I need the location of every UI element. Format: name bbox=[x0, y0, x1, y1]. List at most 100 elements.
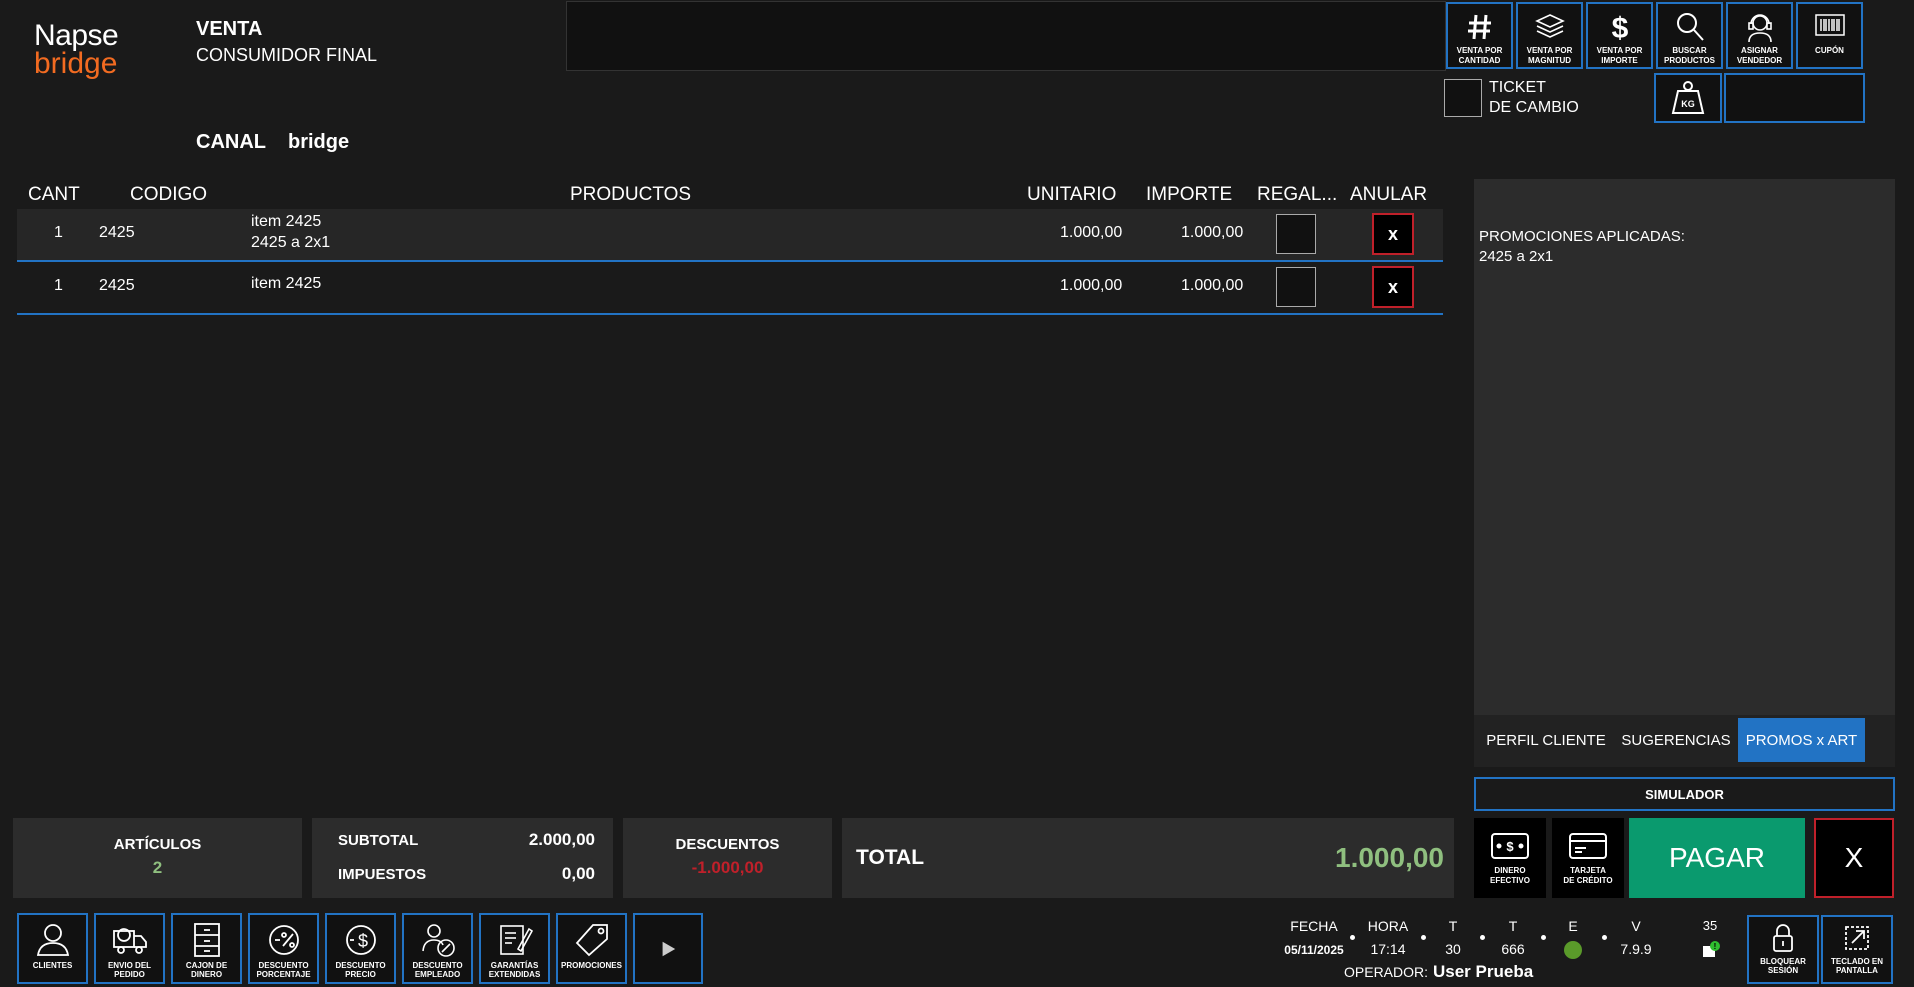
headset-icon bbox=[1747, 14, 1772, 43]
efectivo-label: DINERO EFECTIVO bbox=[1489, 866, 1530, 885]
tag-icon bbox=[575, 924, 608, 957]
dinero-efectivo-button[interactable]: $ DINERO EFECTIVO bbox=[1474, 818, 1546, 898]
toolbar-label: VENTA POR IMPORTE bbox=[1596, 46, 1643, 65]
hash-icon bbox=[1467, 14, 1491, 40]
t1-value: 30 bbox=[1445, 941, 1461, 957]
venta-por-importe-button[interactable]: $ VENTA POR IMPORTE bbox=[1586, 2, 1653, 69]
promociones-button[interactable]: PROMOCIONES bbox=[556, 913, 627, 984]
napse-bridge-logo: Napse bridge bbox=[34, 19, 119, 80]
percent-icon bbox=[268, 925, 299, 955]
cell-cant: 1 bbox=[54, 224, 63, 241]
drawer-icon bbox=[193, 923, 220, 957]
user-icon bbox=[36, 924, 69, 956]
cajon-dinero-button[interactable]: CAJON DE DINERO bbox=[171, 913, 242, 984]
venta-por-magnitud-button[interactable]: VENTA POR MAGNITUD bbox=[1516, 2, 1583, 69]
bottom-toolbar-label: DESCUENTO PORCENTAJE bbox=[256, 961, 311, 979]
logo-line2: bridge bbox=[34, 47, 118, 80]
envio-pedido-button[interactable]: ENVIO DEL PEDIDO bbox=[94, 913, 165, 984]
cash-icon: $ bbox=[1491, 833, 1529, 859]
product-scan-input[interactable] bbox=[566, 1, 1446, 71]
fecha-value: 05/11/2025 bbox=[1284, 943, 1344, 957]
v-label: V bbox=[1631, 918, 1641, 934]
teclado-label: TECLADO EN PANTALLA bbox=[1831, 957, 1883, 975]
more-options-button[interactable] bbox=[633, 913, 703, 984]
cell-producto: item 2425 bbox=[251, 213, 322, 230]
garantias-extendidas-button[interactable]: GARANTÍAS EXTENDIDAS bbox=[479, 913, 550, 984]
col-header-unitario: UNITARIO bbox=[1027, 184, 1117, 205]
asignar-vendedor-button[interactable]: ASIGNAR VENDEDOR bbox=[1726, 2, 1793, 69]
credit-card-icon bbox=[1569, 833, 1607, 859]
lock-icon bbox=[1773, 924, 1793, 952]
canal-label: CANAL bbox=[196, 131, 266, 153]
total-label: TOTAL bbox=[856, 846, 925, 869]
bloquear-sesion-button[interactable]: BLOQUEAR SESIÓN bbox=[1747, 915, 1819, 984]
teclado-pantalla-button[interactable]: TECLADO EN PANTALLA bbox=[1821, 915, 1893, 984]
promo-title: PROMOCIONES APLICADAS: bbox=[1479, 228, 1685, 245]
toolbar-label: VENTA POR MAGNITUD bbox=[1526, 46, 1573, 65]
hora-value: 17:14 bbox=[1370, 941, 1406, 957]
venta-por-cantidad-button[interactable]: VENTA POR CANTIDAD bbox=[1446, 2, 1513, 69]
cell-importe: 1.000,00 bbox=[1181, 224, 1244, 241]
total-value: 1.000,00 bbox=[1335, 842, 1444, 873]
table-row[interactable]: 1 2425 item 2425 1.000,00 1.000,00 x bbox=[17, 262, 1443, 315]
truck-icon bbox=[112, 928, 147, 954]
customer-name[interactable]: CONSUMIDOR FINAL bbox=[196, 45, 377, 66]
operador-label: OPERADOR: bbox=[1344, 964, 1429, 980]
tab-promos-x-art[interactable]: PROMOS x ART bbox=[1738, 718, 1865, 762]
play-icon bbox=[662, 941, 676, 956]
tab-perfil-cliente[interactable]: PERFIL CLIENTE bbox=[1478, 718, 1614, 762]
bottom-toolbar-label: CAJON DE DINERO bbox=[185, 961, 228, 979]
toolbar-label: CUPÓN bbox=[1815, 46, 1844, 55]
toolbar-label: VENTA POR CANTIDAD bbox=[1456, 46, 1503, 65]
weight-icon: KG bbox=[1671, 81, 1705, 114]
tab-sugerencias[interactable]: SUGERENCIAS bbox=[1614, 718, 1738, 762]
notification-count: 35 bbox=[1702, 918, 1718, 933]
descuentos-panel: DESCUENTOS -1.000,00 bbox=[623, 818, 832, 898]
subtotal-label: SUBTOTAL bbox=[338, 832, 419, 849]
empty-action-button[interactable] bbox=[1724, 73, 1865, 123]
pen-icon bbox=[499, 925, 533, 955]
toolbar-label: BUSCAR PRODUCTOS bbox=[1664, 46, 1715, 65]
bloquear-label: BLOQUEAR SESIÓN bbox=[1760, 957, 1806, 975]
separator-dot bbox=[1480, 935, 1485, 940]
bottom-toolbar-label: ENVIO DEL PEDIDO bbox=[107, 961, 152, 979]
descuento-porcentaje-button[interactable]: DESCUENTO PORCENTAJE bbox=[248, 913, 319, 984]
descuento-empleado-button[interactable]: DESCUENTO EMPLEADO bbox=[402, 913, 473, 984]
separator-dot bbox=[1541, 935, 1546, 940]
total-panel: TOTAL 1.000,00 bbox=[842, 818, 1454, 898]
svg-text:$: $ bbox=[1611, 12, 1628, 44]
logo-line1: Napse bbox=[34, 19, 119, 52]
notification-bag-icon[interactable]: ! bbox=[1701, 940, 1721, 965]
separator-dot bbox=[1421, 935, 1426, 940]
tarjeta-credito-button[interactable]: TARJETA DE CRÉDITO bbox=[1552, 818, 1624, 898]
simulador-button[interactable]: SIMULADOR bbox=[1474, 777, 1895, 811]
col-header-importe: IMPORTE bbox=[1146, 184, 1233, 205]
separator-dot bbox=[1602, 935, 1607, 940]
anular-button[interactable]: x bbox=[1372, 266, 1414, 308]
col-header-cant: CANT bbox=[28, 184, 80, 205]
t1-label: T bbox=[1448, 918, 1458, 934]
connection-status-icon bbox=[1564, 941, 1582, 959]
barcode-icon bbox=[1814, 14, 1845, 36]
pagar-button[interactable]: PAGAR bbox=[1629, 818, 1805, 898]
balanza-button[interactable]: KG bbox=[1654, 73, 1722, 123]
anular-button[interactable]: x bbox=[1372, 213, 1414, 255]
cell-promo: 2425 a 2x1 bbox=[251, 234, 331, 251]
cancel-sale-button[interactable]: X bbox=[1814, 818, 1894, 898]
layers-icon bbox=[1534, 14, 1565, 38]
bottom-toolbar-label: CLIENTES bbox=[32, 961, 73, 970]
regalo-checkbox[interactable] bbox=[1276, 267, 1316, 307]
regalo-checkbox[interactable] bbox=[1276, 214, 1316, 254]
ticket-cambio-checkbox[interactable] bbox=[1444, 79, 1482, 117]
clientes-button[interactable]: CLIENTES bbox=[17, 913, 88, 984]
descuento-precio-button[interactable]: $ DESCUENTO PRECIO bbox=[325, 913, 396, 984]
search-icon bbox=[1676, 13, 1704, 41]
cupon-button[interactable]: CUPÓN bbox=[1796, 2, 1863, 69]
cell-unitario: 1.000,00 bbox=[1060, 277, 1123, 294]
buscar-productos-button[interactable]: BUSCAR PRODUCTOS bbox=[1656, 2, 1723, 69]
bottom-toolbar-label: DESCUENTO PRECIO bbox=[335, 961, 386, 979]
fecha-label: FECHA bbox=[1290, 918, 1338, 934]
v-value: 7.9.9 bbox=[1620, 941, 1652, 957]
articulos-value: 2 bbox=[152, 858, 163, 877]
table-row[interactable]: 1 2425 item 2425 2425 a 2x1 1.000,00 1.0… bbox=[17, 209, 1443, 262]
